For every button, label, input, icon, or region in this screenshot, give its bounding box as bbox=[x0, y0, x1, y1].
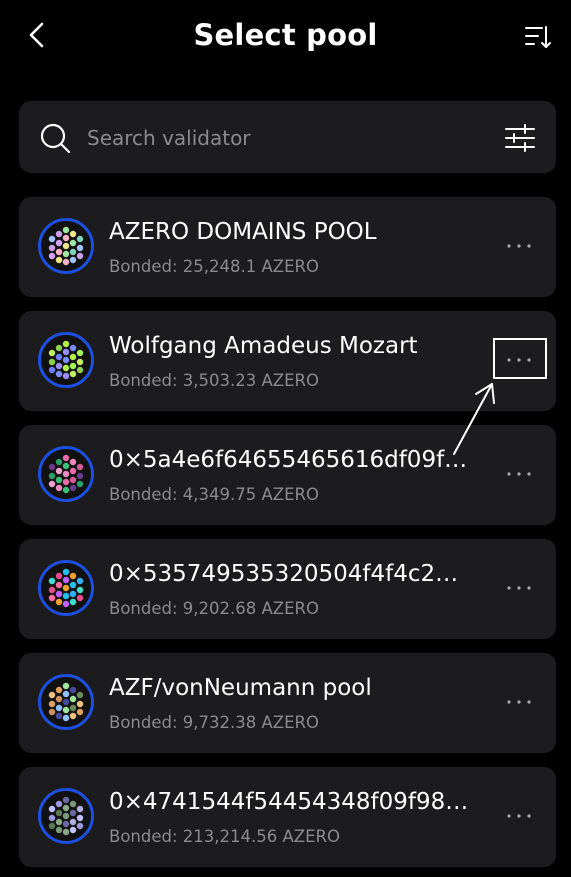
pool-name: AZERO DOMAINS POOL bbox=[109, 219, 377, 245]
bonded-amount: Bonded: 25,248.1 AZERO bbox=[109, 257, 319, 276]
pool-name: 0×535749535320504f4f4c2… bbox=[109, 561, 459, 587]
more-horizontal-icon bbox=[507, 586, 531, 590]
bonded-amount: Bonded: 4,349.75 AZERO bbox=[109, 485, 319, 504]
header: Select pool bbox=[0, 0, 571, 75]
bonded-label: Bonded: bbox=[109, 599, 178, 618]
bonded-label: Bonded: bbox=[109, 713, 178, 732]
pool-item[interactable]: AZF/vonNeumann pool Bonded: 9,732.38 AZE… bbox=[19, 653, 556, 753]
identicon-avatar bbox=[38, 218, 94, 274]
bonded-label: Bonded: bbox=[109, 827, 178, 846]
pool-item[interactable]: 0×535749535320504f4f4c2… Bonded: 9,202.6… bbox=[19, 539, 556, 639]
more-horizontal-icon bbox=[507, 244, 531, 248]
bonded-amount: Bonded: 3,503.23 AZERO bbox=[109, 371, 319, 390]
more-options-button[interactable] bbox=[504, 459, 534, 489]
pool-name: 0×5a4e6f64655465616df09f… bbox=[109, 447, 468, 473]
pool-name: AZF/vonNeumann pool bbox=[109, 675, 372, 701]
identicon-avatar bbox=[38, 788, 94, 844]
identicon-avatar bbox=[38, 446, 94, 502]
more-options-button[interactable] bbox=[504, 573, 534, 603]
search-bar bbox=[19, 101, 556, 173]
identicon-avatar bbox=[38, 674, 94, 730]
identicon-image bbox=[48, 454, 84, 494]
filter-button[interactable] bbox=[504, 123, 536, 153]
identicon-image bbox=[48, 796, 84, 836]
more-options-button[interactable] bbox=[504, 231, 534, 261]
bonded-value: 4,349.75 AZERO bbox=[182, 485, 319, 504]
bonded-amount: Bonded: 9,732.38 AZERO bbox=[109, 713, 319, 732]
search-icon bbox=[40, 123, 71, 154]
bonded-value: 25,248.1 AZERO bbox=[182, 257, 319, 276]
bonded-value: 213,214.56 AZERO bbox=[182, 827, 340, 846]
pool-name: Wolfgang Amadeus Mozart bbox=[109, 333, 418, 359]
identicon-image bbox=[48, 682, 84, 722]
bonded-value: 9,732.38 AZERO bbox=[182, 713, 319, 732]
identicon-avatar bbox=[38, 332, 94, 388]
identicon-image bbox=[48, 568, 84, 608]
bonded-value: 3,503.23 AZERO bbox=[182, 371, 319, 390]
more-options-button[interactable] bbox=[504, 687, 534, 717]
bonded-label: Bonded: bbox=[109, 257, 178, 276]
pool-item[interactable]: 0×4741544f54454348f09f98… Bonded: 213,21… bbox=[19, 767, 556, 867]
more-options-button[interactable] bbox=[504, 801, 534, 831]
bonded-label: Bonded: bbox=[109, 371, 178, 390]
identicon-avatar bbox=[38, 560, 94, 616]
bonded-amount: Bonded: 213,214.56 AZERO bbox=[109, 827, 340, 846]
search-input[interactable] bbox=[85, 119, 469, 157]
sort-button[interactable] bbox=[523, 22, 553, 52]
pool-item[interactable]: AZERO DOMAINS POOL Bonded: 25,248.1 AZER… bbox=[19, 197, 556, 297]
pool-name: 0×4741544f54454348f09f98… bbox=[109, 789, 469, 815]
bonded-amount: Bonded: 9,202.68 AZERO bbox=[109, 599, 319, 618]
bonded-label: Bonded: bbox=[109, 485, 178, 504]
sort-descending-icon bbox=[525, 26, 551, 48]
more-horizontal-icon bbox=[507, 700, 531, 704]
sliders-icon bbox=[505, 124, 535, 152]
identicon-image bbox=[48, 340, 84, 380]
highlight-annotation-box bbox=[493, 338, 547, 379]
page-title: Select pool bbox=[193, 18, 378, 52]
pointer-arrow-icon bbox=[453, 383, 495, 455]
more-horizontal-icon bbox=[507, 472, 531, 476]
bonded-value: 9,202.68 AZERO bbox=[182, 599, 319, 618]
more-horizontal-icon bbox=[507, 814, 531, 818]
identicon-image bbox=[48, 226, 84, 266]
